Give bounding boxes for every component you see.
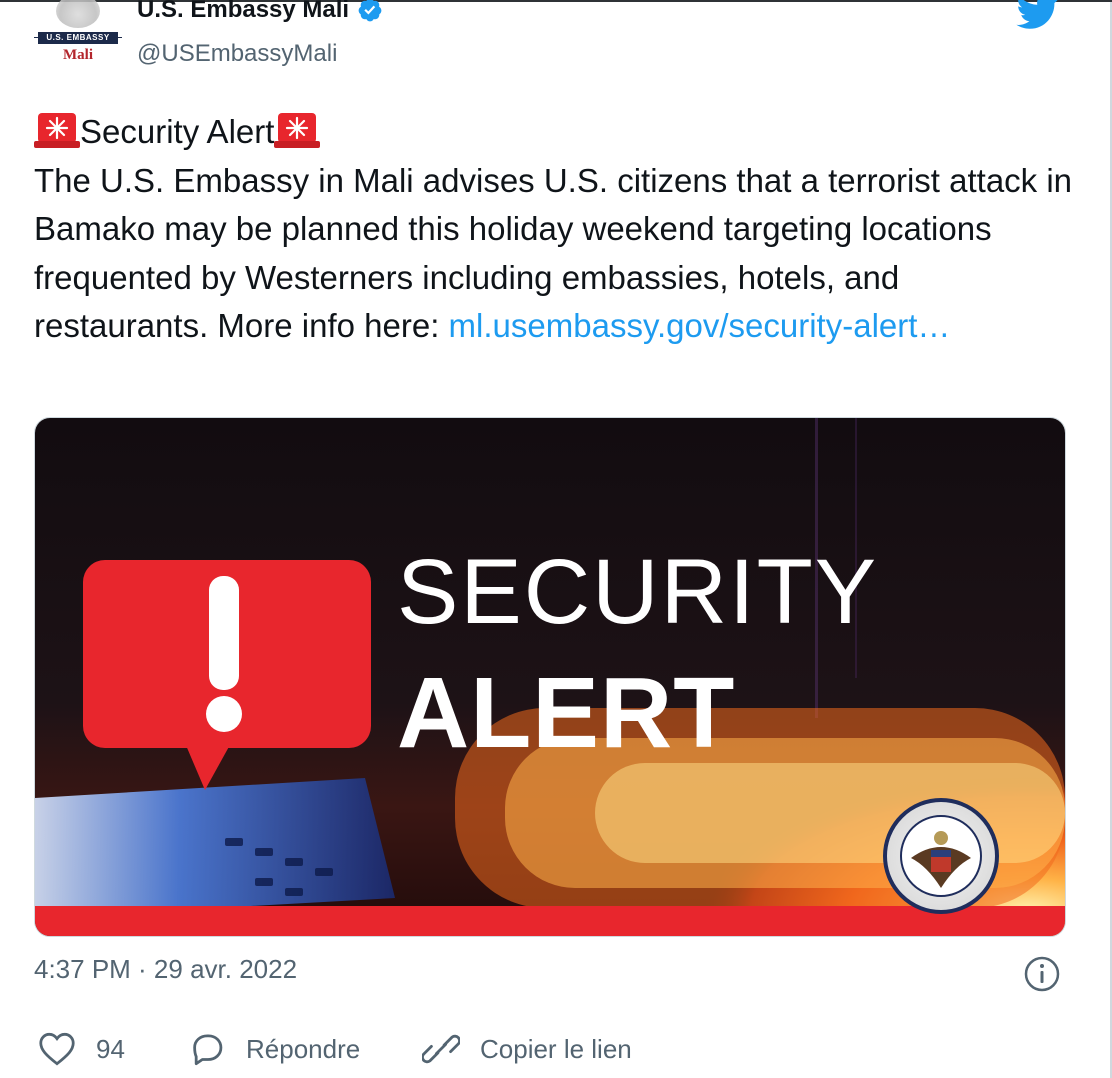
avatar[interactable]: U.S. EMBASSY Mali bbox=[34, 0, 122, 74]
rotating-light-icon bbox=[34, 113, 80, 148]
reply-label: Répondre bbox=[246, 1033, 361, 1064]
alert-line-2: ALERT bbox=[397, 657, 736, 769]
copy-link-button[interactable]: Copier le lien bbox=[422, 1032, 632, 1066]
department-of-state-seal-icon bbox=[883, 798, 999, 914]
display-name[interactable]: U.S. Embassy Mali bbox=[137, 0, 383, 24]
avatar-country: Mali bbox=[63, 47, 93, 63]
heart-icon bbox=[39, 1032, 75, 1066]
alert-line-1: SECURITY bbox=[397, 541, 879, 643]
like-count: 94 bbox=[96, 1033, 125, 1064]
avatar-banner: U.S. EMBASSY bbox=[38, 32, 118, 44]
tweet-actions: 94 Répondre Copier le lien bbox=[34, 1032, 1074, 1078]
reply-icon bbox=[193, 1034, 223, 1066]
twitter-bird-icon[interactable] bbox=[1016, 0, 1060, 30]
tweet-text: Security Alert The U.S. Embassy in Mali … bbox=[34, 108, 1074, 351]
tweet-card: U.S. EMBASSY Mali U.S. Embassy Mali @USE… bbox=[0, 0, 1112, 1078]
tweet-media-image[interactable]: SECURITY ALERT bbox=[34, 417, 1066, 937]
info-icon[interactable] bbox=[1022, 954, 1062, 994]
account-handle[interactable]: @USEmbassyMali bbox=[137, 40, 337, 68]
eagle-seal-icon bbox=[56, 0, 100, 28]
link-icon bbox=[422, 1034, 460, 1064]
copy-link-label: Copier le lien bbox=[480, 1033, 632, 1064]
like-button[interactable]: 94 bbox=[38, 1032, 125, 1066]
alert-headline: Security Alert bbox=[80, 113, 275, 150]
reply-button[interactable]: Répondre bbox=[188, 1032, 360, 1066]
security-alert-link[interactable]: ml.usembassy.gov/security-alert… bbox=[449, 307, 951, 344]
verified-badge-icon bbox=[358, 0, 382, 22]
rotating-light-icon bbox=[274, 113, 321, 148]
display-name-text[interactable]: U.S. Embassy Mali bbox=[137, 0, 349, 24]
tweet-timestamp[interactable]: 4:37 PM · 29 avr. 2022 bbox=[34, 954, 297, 985]
